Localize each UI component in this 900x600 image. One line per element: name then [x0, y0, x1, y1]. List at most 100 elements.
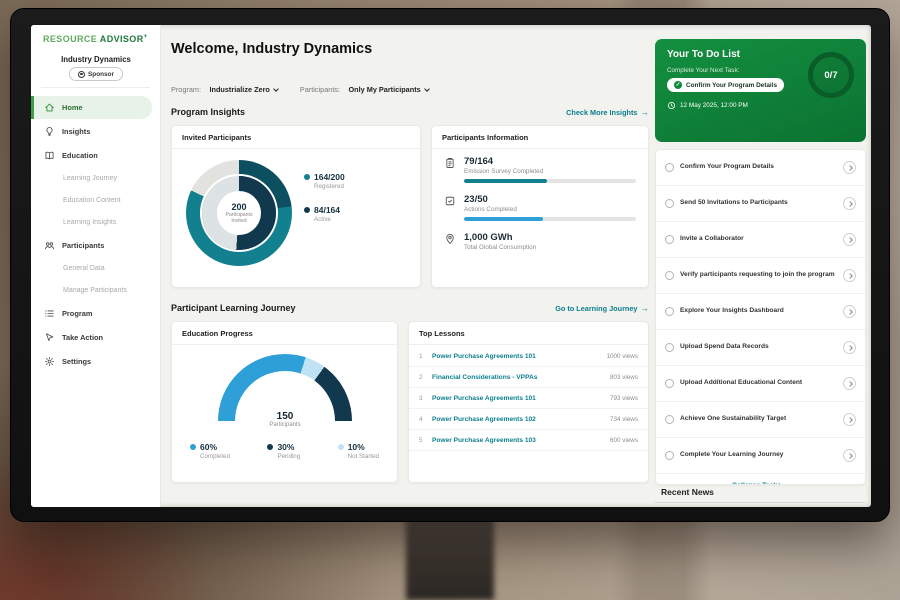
task-checkbox[interactable] [665, 271, 674, 280]
task-checkbox[interactable] [665, 163, 674, 172]
sidebar-item-label: Settings [62, 357, 91, 366]
task-row-upload-additional-educational-content[interactable]: Upload Additional Educational Content [656, 366, 865, 402]
sidebar-item-manage-participants[interactable]: Manage Participants [31, 280, 160, 301]
task-row-confirm-your-program-details[interactable]: Confirm Your Program Details [656, 150, 865, 186]
legend-dot [304, 174, 310, 180]
task-chevron-button[interactable] [843, 341, 856, 354]
task-checkbox[interactable] [665, 415, 674, 424]
lesson-views: 793 views [610, 395, 638, 402]
next-task-time: 12 May 2025, 12:00 PM [667, 101, 748, 110]
task-label: Confirm Your Program Details [680, 163, 837, 172]
progress-bar [464, 217, 636, 221]
learning-journey-title: Participant Learning Journey [171, 303, 296, 313]
task-row-explore-your-insights-dashboard[interactable]: Explore Your Insights Dashboard [656, 294, 865, 330]
progress-bar [464, 179, 636, 183]
todo-summary-card: Your To Do List Complete Your Next Task:… [655, 39, 866, 142]
collapse-tasks-link[interactable]: Collapse Tasks [656, 474, 865, 485]
task-chevron-button[interactable] [843, 269, 856, 282]
task-row-upload-spend-data-records[interactable]: Upload Spend Data Records [656, 330, 865, 366]
location-icon [444, 232, 457, 251]
task-chevron-button[interactable] [843, 197, 856, 210]
sidebar-item-learning-journey[interactable]: Learning Journey [31, 168, 160, 189]
task-checkbox[interactable] [665, 307, 674, 316]
legend-dot [338, 444, 344, 450]
task-row-invite-a-collaborator[interactable]: Invite a Collaborator [656, 222, 865, 258]
stat-label: Emission Survey Completed [464, 168, 636, 175]
top-lessons-list: 1Power Purchase Agreements 1011000 views… [409, 346, 648, 451]
lesson-link[interactable]: Power Purchase Agreements 103 [432, 437, 604, 444]
sidebar-item-home[interactable]: Home [31, 96, 152, 119]
lesson-views: 803 views [610, 374, 638, 381]
sidebar-item-label: Learning Insights [63, 219, 116, 226]
participants-dropdown[interactable]: Only My Participants [349, 85, 429, 94]
lesson-link[interactable]: Power Purchase Agreements 102 [432, 416, 604, 423]
task-row-achieve-one-sustainability-target[interactable]: Achieve One Sustainability Target [656, 402, 865, 438]
check-circle-icon [674, 81, 682, 89]
lesson-views: 1000 views [606, 353, 638, 360]
todo-card: Confirm Your Program Details Send 50 Invi… [655, 149, 866, 485]
sponsor-badge[interactable]: Sponsor [69, 67, 123, 81]
settings-icon [44, 356, 55, 367]
education-icon [44, 150, 55, 161]
go-to-learning-journey-link[interactable]: Go to Learning Journey [555, 303, 649, 313]
task-checkbox[interactable] [665, 199, 674, 208]
participants-dropdown-value: Only My Participants [349, 85, 421, 94]
legend-label: Completed [200, 453, 230, 460]
sidebar-item-label: Education Content [63, 197, 121, 204]
sponsor-label: Sponsor [88, 71, 114, 78]
task-chevron-button[interactable] [843, 161, 856, 174]
task-row-verify-participants-requesting-to-join-the-program[interactable]: Verify participants requesting to join t… [656, 258, 865, 294]
chevron-right-icon [847, 237, 853, 243]
invited-participants-title: Invited Participants [172, 126, 420, 149]
lesson-link[interactable]: Power Purchase Agreements 101 [432, 395, 604, 402]
legend-item: 60%Completed [190, 442, 230, 460]
program-dropdown[interactable]: Industrialize Zero [209, 85, 277, 94]
legend-dot [304, 207, 310, 213]
task-label: Send 50 Invitations to Participants [680, 199, 837, 208]
sidebar-item-take-action[interactable]: Take Action [31, 326, 160, 349]
stat-row: 79/164Emission Survey Completed [444, 156, 636, 183]
legend-top: 30% [267, 442, 300, 452]
stat-value: 79/164 [464, 156, 636, 167]
sidebar-item-label: Program [62, 309, 92, 318]
task-chevron-button[interactable] [843, 413, 856, 426]
participants-filter-label: Participants: [300, 85, 340, 94]
legend-item: 30%Pending [267, 442, 300, 460]
task-label: Invite a Collaborator [680, 235, 837, 244]
sidebar-item-general-data[interactable]: General Data [31, 258, 160, 279]
task-chevron-button[interactable] [843, 449, 856, 462]
task-checkbox[interactable] [665, 235, 674, 244]
sidebar-item-program[interactable]: Program [31, 302, 160, 325]
task-checkbox[interactable] [665, 343, 674, 352]
task-row-complete-your-learning-journey[interactable]: Complete Your Learning Journey [656, 438, 865, 474]
task-label: Achieve One Sustainability Target [680, 415, 837, 424]
program-dropdown-value: Industrialize Zero [209, 85, 269, 94]
legend-label: Not Started [348, 453, 379, 460]
program-filter: Program: Industrialize Zero [171, 79, 278, 97]
monitor-bezel: RESOURCE ADVISOR+ Industry Dynamics Spon… [10, 8, 890, 522]
arrow-right-icon [641, 303, 650, 313]
sidebar-item-education[interactable]: Education [31, 144, 160, 167]
sidebar-item-learning-insights[interactable]: Learning Insights [31, 212, 160, 233]
chevron-right-icon [847, 273, 853, 279]
invited-center-label: Participants Invited [221, 212, 257, 225]
lesson-link[interactable]: Power Purchase Agreements 101 [432, 353, 600, 360]
sidebar-item-education-content[interactable]: Education Content [31, 190, 160, 211]
sidebar-item-participants[interactable]: Participants [31, 234, 160, 257]
task-chevron-button[interactable] [843, 305, 856, 318]
sidebar-divider [41, 87, 150, 88]
legend-value: 84/164 [314, 205, 340, 215]
insights-icon [44, 126, 55, 137]
lesson-link[interactable]: Financial Considerations - VPPAs [432, 374, 604, 381]
sidebar-item-insights[interactable]: Insights [31, 120, 160, 143]
task-chevron-button[interactable] [843, 377, 856, 390]
task-checkbox[interactable] [665, 379, 674, 388]
task-checkbox[interactable] [665, 451, 674, 460]
check-more-insights-link[interactable]: Check More Insights [566, 107, 649, 117]
education-progress-title: Education Progress [172, 322, 397, 345]
education-center-value: 150 [218, 411, 352, 422]
sidebar-item-settings[interactable]: Settings [31, 350, 160, 373]
task-row-send-50-invitations-to-participants[interactable]: Send 50 Invitations to Participants [656, 186, 865, 222]
task-chevron-button[interactable] [843, 233, 856, 246]
sidebar-item-label: Home [62, 103, 83, 112]
